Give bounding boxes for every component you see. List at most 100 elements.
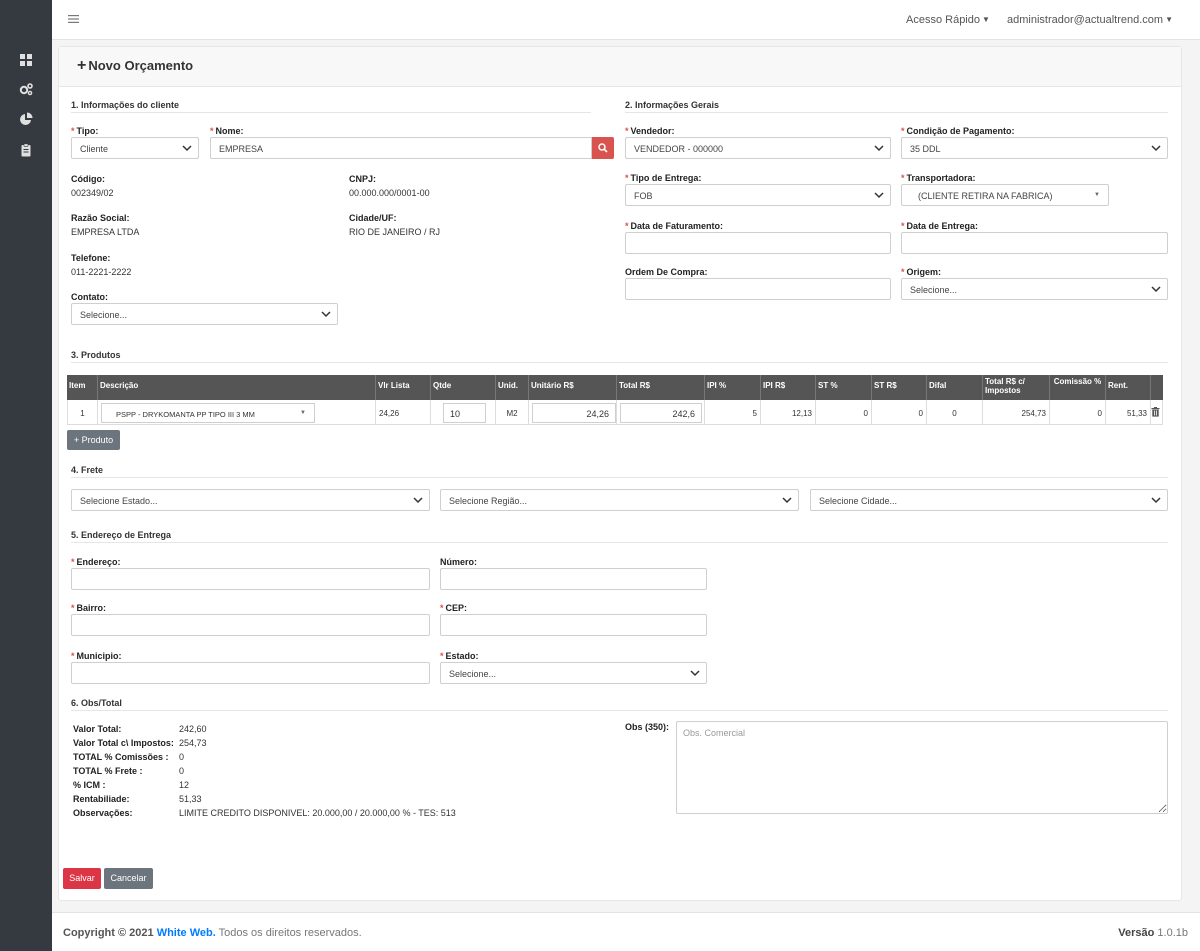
razao-value: EMPRESA LTDA: [71, 227, 140, 237]
col-item: Item: [67, 375, 98, 400]
version-label: Versão: [1118, 927, 1155, 939]
obs-textarea[interactable]: [676, 721, 1168, 814]
qtde-input[interactable]: 10: [443, 403, 486, 423]
page-title: + Novo Orçamento: [77, 57, 193, 75]
obs-label: Obs (350):: [625, 722, 670, 732]
ordem-compra-label: Ordem De Compra:: [625, 267, 708, 277]
save-button[interactable]: Salvar: [63, 868, 101, 889]
col-ipi-val: IPI R$: [761, 375, 816, 400]
brand-link[interactable]: White Web.: [157, 927, 216, 939]
col-vlr-lista: Vlr Lista: [376, 375, 431, 400]
col-st-val: ST R$: [872, 375, 927, 400]
trash-icon[interactable]: [1151, 407, 1160, 417]
rentabilidade-label: Rentabiliade:: [73, 794, 130, 804]
freight-regiao-select[interactable]: Selecione Região...: [440, 489, 799, 511]
cell-vlr-lista: 24,26: [376, 400, 431, 425]
totals-section-title: 6. Obs/Total: [71, 698, 1168, 711]
condicao-select[interactable]: 35 DDL: [901, 137, 1168, 159]
quote-form-card: + Novo Orçamento 1. Informações do client…: [58, 46, 1182, 901]
cell-rent: 51,33: [1106, 400, 1151, 425]
search-icon: [598, 143, 608, 153]
tipo-entrega-label: * Tipo de Entrega:: [625, 173, 702, 183]
clipboard-icon[interactable]: [19, 143, 33, 157]
chevron-down-icon: [690, 670, 700, 677]
valor-total-value: 242,60: [179, 724, 207, 734]
pie-chart-icon[interactable]: [19, 112, 33, 126]
product-select[interactable]: PSPP - DRYKOMANTA PP TIPO III 3 MM ▼: [101, 403, 315, 423]
sidebar: [0, 0, 52, 951]
col-descricao: Descrição: [98, 375, 376, 400]
cep-label: * CEP:: [440, 603, 468, 613]
cell-st-val: 0: [872, 400, 927, 425]
numero-label: Número:: [440, 557, 478, 567]
freight-estado-select[interactable]: Selecione Estado...: [71, 489, 430, 511]
quick-access-menu[interactable]: Acesso Rápido ▼: [906, 14, 990, 26]
user-menu[interactable]: administrador@actualtrend.com ▼: [1007, 14, 1173, 26]
municipio-input[interactable]: [71, 662, 430, 684]
origem-label: * Origem:: [901, 267, 942, 277]
telefone-value: 011-2221-2222: [71, 267, 132, 277]
chevron-down-icon: [874, 192, 884, 199]
contato-select[interactable]: Selecione...: [71, 303, 338, 325]
dashboard-icon[interactable]: [19, 53, 33, 67]
col-ipi-pct: IPI %: [705, 375, 761, 400]
data-faturamento-label: * Data de Faturamento:: [625, 221, 724, 231]
tipo-select[interactable]: Cliente: [71, 137, 199, 159]
estado-label: * Estado:: [440, 651, 479, 661]
data-entrega-input[interactable]: [901, 232, 1168, 254]
menu-toggle-icon[interactable]: [68, 13, 80, 25]
tipo-entrega-select[interactable]: FOB: [625, 184, 891, 206]
freight-cidade-select[interactable]: Selecione Cidade...: [810, 489, 1168, 511]
tipo-label: * Tipo:: [71, 126, 99, 136]
search-client-button[interactable]: [592, 137, 614, 159]
col-total-impostos: Total R$ c/ Impostos: [983, 375, 1050, 400]
total-comissoes-label: TOTAL % Comissões :: [73, 752, 169, 762]
origem-select[interactable]: Selecione...: [901, 278, 1168, 300]
data-faturamento-input[interactable]: [625, 232, 891, 254]
col-difal: Difal: [927, 375, 983, 400]
chevron-down-icon: [874, 145, 884, 152]
cogs-icon[interactable]: [19, 82, 33, 96]
telefone-label: Telefone:: [71, 253, 111, 263]
ordem-compra-input[interactable]: [625, 278, 891, 300]
icm-value: 12: [179, 780, 190, 790]
products-section-title: 3. Produtos: [71, 350, 1168, 363]
estado-select[interactable]: Selecione...: [440, 662, 707, 684]
vendedor-label: * Vendedor:: [625, 126, 675, 136]
footer: Copyright © 2021 White Web. Todos os dir…: [52, 912, 1200, 951]
nome-label: * Nome:: [210, 126, 244, 136]
client-section-title: 1. Informações do cliente: [71, 100, 591, 113]
total-input[interactable]: 242,6: [620, 403, 702, 423]
add-product-button[interactable]: + Produto: [67, 430, 120, 450]
transportadora-select[interactable]: (CLIENTE RETIRA NA FABRICA) ▼: [901, 184, 1109, 206]
page-title-text: Novo Orçamento: [88, 58, 194, 73]
numero-input[interactable]: [440, 568, 707, 590]
address-section-title: 5. Endereço de Entrega: [71, 530, 1168, 543]
version-value: 1.0.1b: [1157, 927, 1188, 939]
rentabilidade-value: 51,33: [179, 794, 202, 804]
valor-total-impostos-label: Valor Total c\ Impostos:: [73, 738, 174, 748]
cell-difal: 0: [927, 400, 983, 425]
observacoes-value: LIMITE CREDITO DISPONIVEL: 20.000,00 / 2…: [179, 808, 456, 818]
quick-access-label: Acesso Rápido: [906, 14, 980, 26]
col-rent: Rent.: [1106, 375, 1151, 400]
cidade-label: Cidade/UF:: [349, 213, 397, 223]
user-email: administrador@actualtrend.com: [1007, 14, 1164, 26]
col-st-pct: ST %: [816, 375, 872, 400]
vendedor-select[interactable]: VENDEDOR - 000000: [625, 137, 891, 159]
rights-text: Todos os direitos reservados.: [218, 927, 362, 939]
col-actions: [1151, 375, 1163, 400]
chevron-down-icon: ▼: [982, 15, 990, 24]
caret-down-icon: ▼: [300, 410, 306, 416]
transportadora-label: * Transportadora:: [901, 173, 976, 183]
chevron-down-icon: [1151, 286, 1161, 293]
cidade-value: RIO DE JANEIRO / RJ: [349, 227, 441, 237]
unitario-input[interactable]: 24,26: [532, 403, 616, 423]
cancel-button[interactable]: Cancelar: [104, 868, 153, 889]
bairro-input[interactable]: [71, 614, 430, 636]
endereco-input[interactable]: [71, 568, 430, 590]
nome-input[interactable]: EMPRESA: [210, 137, 592, 159]
endereco-label: * Endereço:: [71, 557, 121, 567]
cep-input[interactable]: [440, 614, 707, 636]
condicao-label: * Condição de Pagamento:: [901, 126, 1015, 136]
